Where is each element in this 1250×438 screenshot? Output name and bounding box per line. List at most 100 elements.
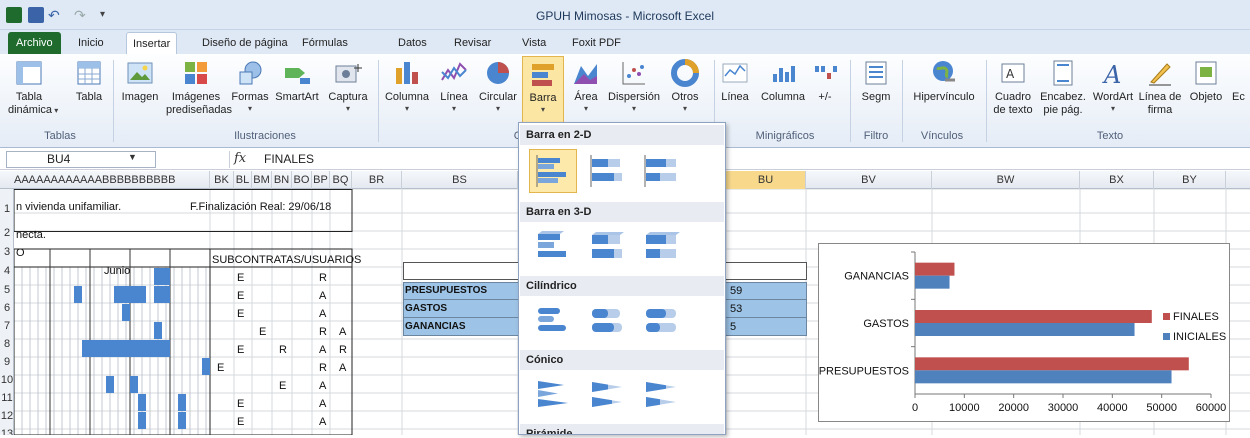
col-header-bl[interactable]: BL [234,171,252,189]
col-header-bu[interactable]: BU [726,171,806,189]
row-header-2[interactable]: 2 [0,227,14,239]
col-header-bn[interactable]: BN [272,171,292,189]
tab-revisar[interactable]: Revisar [448,32,497,54]
dispersion-button[interactable]: Dispersión ▾ [606,58,662,113]
gallery-item-cilindro-100[interactable] [637,299,685,343]
linea-firma-button[interactable]: Línea de firma [1136,58,1184,117]
cell-junio[interactable]: Junio [104,265,130,277]
col-header-br[interactable]: BR [352,171,402,189]
tab-formulas[interactable]: Fórmulas [296,32,354,54]
cell-r2-text[interactable]: necta. [16,229,46,241]
percent-stacked-bar-icon [644,155,676,187]
row-header-3[interactable]: 3 [0,246,14,258]
insert-function-icon[interactable]: fx [234,151,246,166]
wordart-button[interactable]: A WordArt ▾ [1090,58,1136,113]
tab-datos[interactable]: Datos [392,32,433,54]
gallery-item-cilindro-apilado[interactable] [583,299,631,343]
tab-insertar[interactable]: Insertar [126,32,178,54]
gallery-item-barra-agrupada[interactable] [529,149,577,193]
tab-inicio[interactable]: Inicio [72,32,110,54]
col-header-bx[interactable]: BX [1080,171,1154,189]
minigrafico-ganancia-perdida-button[interactable]: +/- [810,58,840,104]
objeto-button[interactable]: Objeto [1186,58,1226,104]
cell-gastos[interactable]: GASTOS [405,303,447,314]
formas-button[interactable]: Formas ▾ [230,58,270,113]
linea-button[interactable]: Línea ▾ [436,58,472,113]
bar-chart[interactable]: 0 10000 20000 30000 40000 50000 60000 PRESUPUES… [818,243,1230,422]
cell-subcontratas[interactable]: SUBCONTRATAS/USUARIOS [212,254,361,266]
col-header-bq[interactable]: BQ [330,171,352,189]
tabla-dinamica-button[interactable]: Tabla dinámica ▾ [8,58,58,117]
col-header-bo[interactable]: BO [292,171,312,189]
imagenes-prediseñadas-button[interactable]: Imágenes prediseñadas [166,58,232,117]
row-header-13[interactable]: 13 [0,428,14,435]
captura-button[interactable]: Captura ▾ [324,58,372,113]
col-header-aaa[interactable]: AAAAAAAAAAAABBBBBBBBBB [14,171,210,189]
chart-bar-iniciales [915,275,950,289]
barra-button[interactable]: Barra ▾ [522,56,564,126]
tab-diseno-pagina[interactable]: Diseño de página [196,32,294,54]
cell-r3-text[interactable]: O [16,247,25,259]
bar-chart-gallery-dropdown[interactable]: Barra en 2-D Barra en 3-D Cilíndrico Cón… [518,122,726,435]
row-header-9[interactable]: 9 [0,356,14,368]
tab-vista[interactable]: Vista [516,32,552,54]
otros-button[interactable]: Otros ▾ [668,58,702,113]
name-box-dropdown-icon[interactable]: ▼ [128,152,137,162]
hipervinculo-button[interactable]: Hipervínculo [908,58,980,104]
segmentacion-button[interactable]: Segm [856,58,896,104]
circular-button[interactable]: Circular ▾ [476,58,520,113]
columna-button[interactable]: Columna ▾ [382,58,432,113]
gallery-item-cono-agrupado[interactable] [529,373,577,417]
gallery-item-barra-apilada[interactable] [583,149,631,193]
col-header-bs[interactable]: BS [402,171,518,189]
row-header-7[interactable]: 7 [0,320,14,332]
cell-r1-finalizacion[interactable]: F.Finalización Real: 29/06/18 [190,201,331,213]
minigrafico-linea-button[interactable]: Línea [718,58,752,104]
minigrafico-columna-button[interactable]: Columna [758,58,808,104]
col-header-bk[interactable]: BK [210,171,234,189]
subcontrata-mark: E [237,290,244,302]
imagen-label: Imagen [121,91,159,103]
tabla-button[interactable]: Tabla [72,58,106,104]
row-header-5[interactable]: 5 [0,284,14,296]
area-button[interactable]: Área ▾ [570,58,602,113]
predisenadas-label: prediseñadas [166,104,233,116]
pie-chart-icon [487,62,509,84]
gallery-item-barra-3d-100[interactable] [637,225,685,269]
row-header-12[interactable]: 12 [0,410,14,422]
row-header-11[interactable]: 11 [0,392,14,404]
cell-bu5[interactable]: 59 [730,285,742,297]
gallery-item-barra-3d-agrupada[interactable] [529,225,577,269]
cell-presupuestos[interactable]: PRESUPUESTOS [405,285,487,296]
tab-foxit-pdf[interactable]: Foxit PDF [566,32,627,54]
col-header-bm[interactable]: BM [252,171,272,189]
cell-r1-text[interactable]: n vivienda unifamiliar. [16,201,121,213]
tab-archivo[interactable]: Archivo [8,32,61,54]
imagen-button[interactable]: Imagen [120,58,160,104]
gallery-item-cilindro-agrupado[interactable] [529,299,577,343]
gallery-item-cono-apilado[interactable] [583,373,631,417]
cell-bu6[interactable]: 53 [730,303,742,315]
col-header-bp[interactable]: BP [312,171,330,189]
gallery-item-barra-3d-apilada[interactable] [583,225,631,269]
row-header-4[interactable]: 4 [0,265,14,277]
cell-bu7[interactable]: 5 [730,321,736,333]
row-header-10[interactable]: 10 [0,374,14,386]
cuadro-texto-button[interactable]: A Cuadro de texto [990,58,1036,117]
encabezado-pie-button[interactable]: Encabez. pie pág. [1038,58,1088,117]
col-header-bv[interactable]: BV [806,171,932,189]
group-minigraficos: Minigráficos [755,130,815,142]
gallery-item-cono-100[interactable] [637,373,685,417]
cell-ganancias[interactable]: GANANCIAS [405,321,466,332]
smartart-button[interactable]: SmartArt [272,58,322,104]
gallery-item-barra-100[interactable] [637,149,685,193]
row-header-1[interactable]: 1 [0,203,14,215]
row-header-8[interactable]: 8 [0,338,14,350]
tabla-dinamica-label: Tabla [15,91,43,103]
subcontrata-mark: R [319,272,327,284]
ecuacion-button[interactable]: Ec [1232,58,1250,104]
col-header-by[interactable]: BY [1154,171,1226,189]
col-header-bw[interactable]: BW [932,171,1080,189]
formula-input[interactable]: FINALES [264,152,314,166]
row-header-6[interactable]: 6 [0,302,14,314]
